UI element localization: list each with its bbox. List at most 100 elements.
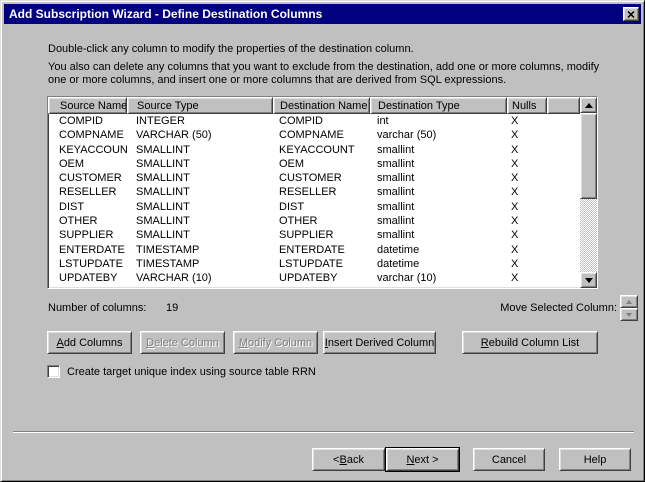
scrollbar-thumb[interactable] — [580, 113, 597, 199]
move-selected-column-label: Move Selected Column: — [441, 302, 617, 314]
table-cell: X — [507, 185, 547, 199]
table-cell: SUPPLIER — [48, 228, 127, 242]
number-of-columns-value: 19 — [166, 302, 178, 314]
table-row[interactable]: OTHERSMALLINTOTHERsmallintX — [48, 214, 580, 228]
table-cell: datetime — [370, 257, 507, 271]
table-cell: INTEGER — [127, 114, 273, 128]
table-cell: ENTERDATE — [48, 243, 127, 257]
back-button[interactable]: < Back — [312, 448, 385, 471]
spinner-down-icon — [626, 313, 632, 317]
table-cell: VARCHAR (10) — [127, 271, 273, 285]
column-header[interactable]: Source Type — [127, 97, 273, 114]
table-cell: SMALLINT — [127, 157, 273, 171]
instruction-line-1: Double-click any column to modify the pr… — [48, 43, 414, 56]
rebuild-column-list-button[interactable]: Rebuild Column List — [462, 331, 598, 354]
table-row[interactable]: KEYACCOUNTSMALLINTKEYACCOUNTsmallintX — [48, 143, 580, 157]
table-row[interactable]: COMPNAMEVARCHAR (50)COMPNAMEvarchar (50)… — [48, 128, 580, 142]
cancel-button[interactable]: Cancel — [473, 448, 545, 471]
table-row[interactable]: COMPIDINTEGERCOMPIDintX — [48, 114, 580, 128]
table-cell: smallint — [370, 157, 507, 171]
window-title: Add Subscription Wizard - Define Destina… — [9, 7, 322, 21]
spinner-up-icon — [626, 300, 632, 304]
arrow-down-icon — [585, 278, 593, 283]
table-cell: KEYACCOUNT — [273, 143, 370, 157]
column-header[interactable]: Source Name — [48, 97, 127, 114]
table-row[interactable]: RESELLERSMALLINTRESELLERsmallintX — [48, 185, 580, 199]
add-columns-button[interactable]: Add Columns — [47, 331, 132, 354]
rrn-checkbox[interactable] — [47, 365, 60, 378]
title-bar: Add Subscription Wizard - Define Destina… — [4, 4, 641, 24]
close-button[interactable] — [623, 7, 639, 21]
rrn-checkbox-row[interactable]: Create target unique index using source … — [47, 365, 316, 378]
columns-listview: Source NameSource TypeDestination NameDe… — [47, 96, 598, 289]
table-cell: SMALLINT — [127, 143, 273, 157]
table-cell: X — [507, 157, 547, 171]
table-cell: RESELLER — [273, 185, 370, 199]
table-cell: varchar (10) — [370, 271, 507, 285]
move-up-button[interactable] — [620, 295, 638, 308]
table-cell: KEYACCOUNT — [48, 143, 127, 157]
table-cell: COMPID — [273, 114, 370, 128]
table-cell: smallint — [370, 228, 507, 242]
table-cell: COMPNAME — [273, 128, 370, 142]
move-down-button[interactable] — [620, 308, 638, 321]
insert-derived-column-button[interactable]: Insert Derived Column — [323, 331, 436, 354]
table-cell: DIST — [273, 200, 370, 214]
table-row[interactable]: ENTERDATETIMESTAMPENTERDATEdatetimeX — [48, 243, 580, 257]
column-header[interactable]: Nulls — [507, 97, 547, 114]
table-cell: SUPPLIER — [273, 228, 370, 242]
modify-column-button[interactable]: Modify Column — [233, 331, 318, 354]
table-row[interactable]: LSTUPDATETIMESTAMPLSTUPDATEdatetimeX — [48, 257, 580, 271]
action-buttons: Add Columns Delete Column Modify ColumnIns… — [1, 331, 645, 354]
table-row[interactable]: UPDATEBYVARCHAR (10)UPDATEBYvarchar (10)… — [48, 271, 580, 285]
table-header: Source NameSource TypeDestination NameDe… — [48, 97, 580, 114]
table-row[interactable]: CUSTOMERSMALLINTCUSTOMERsmallintX — [48, 171, 580, 185]
table-cell: CUSTOMER — [48, 171, 127, 185]
instruction-line-3: one or more columns, and insert one or m… — [48, 74, 506, 87]
scroll-up-button[interactable] — [580, 97, 597, 113]
table-cell: SMALLINT — [127, 200, 273, 214]
table-cell: X — [507, 114, 547, 128]
table-cell: SMALLINT — [127, 214, 273, 228]
table-cell: COMPNAME — [48, 128, 127, 142]
table-row[interactable]: OEMSMALLINTOEMsmallintX — [48, 157, 580, 171]
table-cell: CUSTOMER — [273, 171, 370, 185]
table-cell: smallint — [370, 200, 507, 214]
table-row[interactable]: SUPPLIERSMALLINTSUPPLIERsmallintX — [48, 228, 580, 242]
table-cell: X — [507, 143, 547, 157]
table-row[interactable]: DISTSMALLINTDISTsmallintX — [48, 200, 580, 214]
table-cell: UPDATEBY — [273, 271, 370, 285]
table-cell: varchar (50) — [370, 128, 507, 142]
rrn-checkbox-label: Create target unique index using source … — [67, 366, 316, 378]
table-cell: X — [507, 228, 547, 242]
table-cell: smallint — [370, 185, 507, 199]
help-button[interactable]: Help — [559, 448, 631, 471]
table-cell: LSTUPDATE — [273, 257, 370, 271]
delete-column-button[interactable]: Delete Column — [140, 331, 225, 354]
table-cell: X — [507, 271, 547, 285]
divider — [13, 431, 634, 433]
table-cell: X — [507, 214, 547, 228]
table-cell: VARCHAR (50) — [127, 128, 273, 142]
column-header[interactable]: Destination Name — [273, 97, 370, 114]
wizard-dialog: Add Subscription Wizard - Define Destina… — [0, 0, 645, 482]
column-header-filler — [547, 97, 580, 114]
table-cell: DIST — [48, 200, 127, 214]
number-of-columns: Number of columns: 19 — [48, 302, 146, 314]
table-cell: X — [507, 200, 547, 214]
nav-buttons: < BackNext > Cancel Help — [1, 448, 645, 471]
scroll-down-button[interactable] — [580, 272, 597, 288]
table-cell: X — [507, 171, 547, 185]
table-cell: RESELLER — [48, 185, 127, 199]
move-column-spinner — [620, 295, 638, 321]
next-button[interactable]: Next > — [386, 448, 459, 471]
table-cell: datetime — [370, 243, 507, 257]
column-header[interactable]: Destination Type — [370, 97, 507, 114]
table-cell: X — [507, 243, 547, 257]
table-cell: int — [370, 114, 507, 128]
table-body: COMPIDINTEGERCOMPIDintXCOMPNAMEVARCHAR (… — [48, 114, 580, 286]
table-cell: UPDATEBY — [48, 271, 127, 285]
scrollbar-track[interactable] — [580, 199, 597, 272]
vertical-scrollbar[interactable] — [580, 97, 597, 288]
table-cell: SMALLINT — [127, 171, 273, 185]
